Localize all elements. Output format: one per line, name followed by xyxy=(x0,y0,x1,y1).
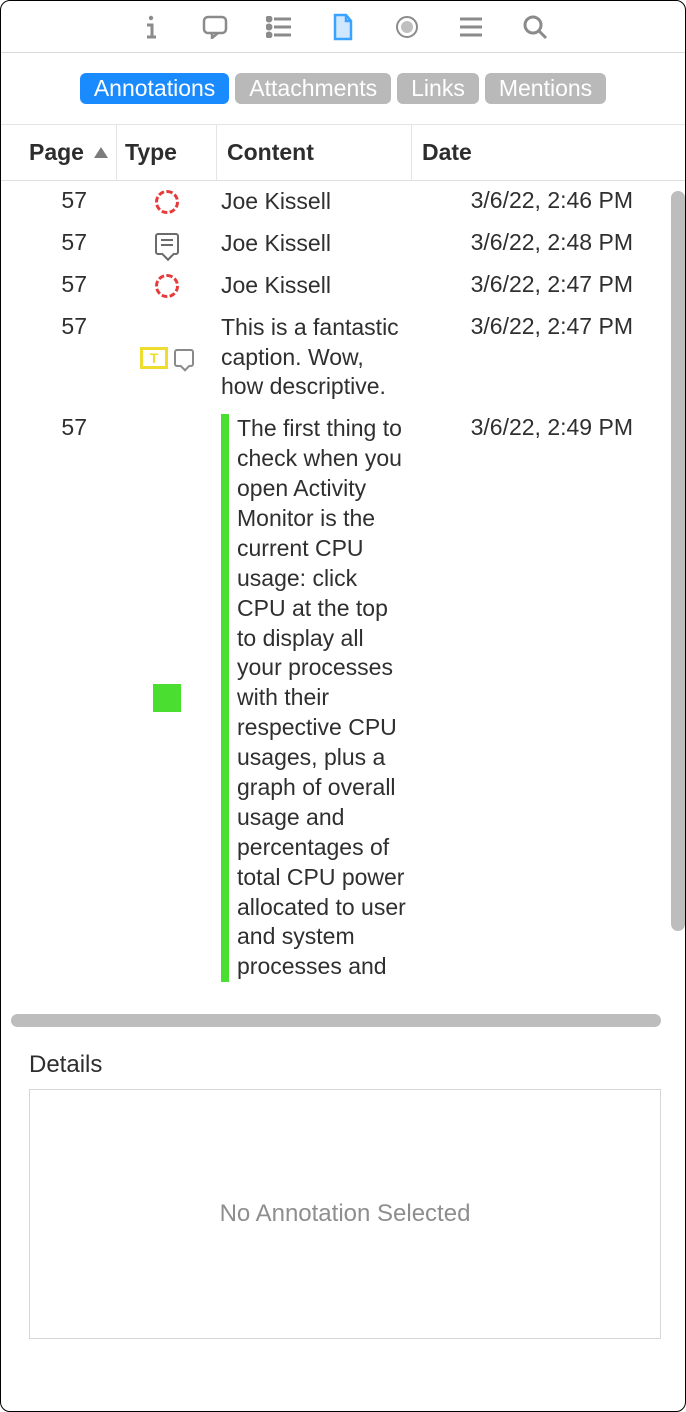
column-type-label: Type xyxy=(125,139,177,166)
comment-icon[interactable] xyxy=(200,12,230,42)
tab-annotations[interactable]: Annotations xyxy=(80,73,229,104)
column-content-label: Content xyxy=(227,139,314,166)
search-icon[interactable] xyxy=(520,12,550,42)
vertical-scrollbar[interactable] xyxy=(671,191,685,931)
cell-content: This is a fantastic caption. Wow, how de… xyxy=(217,313,412,403)
table-row[interactable]: 57 Joe Kissell 3/6/22, 2:47 PM xyxy=(1,265,685,307)
shape-annotation-icon xyxy=(155,190,179,214)
cell-content: Joe Kissell xyxy=(217,187,412,217)
shape-annotation-icon xyxy=(155,274,179,298)
note-annotation-icon xyxy=(155,233,179,255)
horizontal-scrollbar-thumb[interactable] xyxy=(11,1014,661,1027)
list-icon[interactable] xyxy=(264,12,294,42)
table-header: Page Type Content Date xyxy=(1,125,685,181)
details-empty-box: No Annotation Selected xyxy=(29,1089,661,1339)
cell-date: 3/6/22, 2:47 PM xyxy=(412,271,685,301)
menu-icon[interactable] xyxy=(456,12,486,42)
column-date-label: Date xyxy=(422,139,472,166)
cell-date: 3/6/22, 2:48 PM xyxy=(412,229,685,259)
highlight-annotation-icon xyxy=(153,684,181,712)
highlight-bar xyxy=(221,414,229,982)
info-icon[interactable] xyxy=(136,12,166,42)
cell-date: 3/6/22, 2:47 PM xyxy=(412,313,685,340)
cell-page: 57 xyxy=(1,187,117,217)
horizontal-scrollbar-track[interactable] xyxy=(1,1011,685,1029)
cell-date: 3/6/22, 2:49 PM xyxy=(412,414,685,441)
column-type[interactable]: Type xyxy=(117,125,217,180)
cell-page: 57 xyxy=(1,271,117,301)
toolbar xyxy=(1,1,685,53)
cell-type xyxy=(117,229,217,259)
cell-content: Joe Kissell xyxy=(217,229,412,259)
inspector-window: Annotations Attachments Links Mentions P… xyxy=(0,0,686,1412)
tab-bar: Annotations Attachments Links Mentions xyxy=(1,53,685,125)
cell-type xyxy=(117,684,217,712)
column-date[interactable]: Date xyxy=(412,125,685,180)
sort-ascending-icon xyxy=(94,147,108,158)
cell-date: 3/6/22, 2:46 PM xyxy=(412,187,685,217)
comment-annotation-icon xyxy=(174,349,194,367)
cell-type: T xyxy=(117,347,217,369)
tab-attachments[interactable]: Attachments xyxy=(235,73,391,104)
table-row[interactable]: 57 The first thing to check when you ope… xyxy=(1,408,685,988)
column-page[interactable]: Page xyxy=(1,125,117,180)
column-content[interactable]: Content xyxy=(217,125,412,180)
table-body[interactable]: 57 Joe Kissell 3/6/22, 2:46 PM 57 Joe Ki… xyxy=(1,181,685,1011)
cell-page: 57 xyxy=(1,414,117,441)
column-page-label: Page xyxy=(29,139,84,166)
cell-type xyxy=(117,187,217,217)
table-row[interactable]: 57 Joe Kissell 3/6/22, 2:48 PM xyxy=(1,223,685,265)
details-panel: Details No Annotation Selected xyxy=(1,1029,685,1411)
cell-page: 57 xyxy=(1,313,117,340)
details-title: Details xyxy=(29,1051,661,1079)
cell-page: 57 xyxy=(1,229,117,259)
tab-mentions[interactable]: Mentions xyxy=(485,73,606,104)
document-icon[interactable] xyxy=(328,12,358,42)
text-annotation-icon: T xyxy=(140,347,168,369)
table-body-wrap: 57 Joe Kissell 3/6/22, 2:46 PM 57 Joe Ki… xyxy=(1,181,685,1011)
table-row[interactable]: 57 Joe Kissell 3/6/22, 2:46 PM xyxy=(1,181,685,223)
record-icon[interactable] xyxy=(392,12,422,42)
tab-links[interactable]: Links xyxy=(397,73,479,104)
cell-content: Joe Kissell xyxy=(217,271,412,301)
details-empty-text: No Annotation Selected xyxy=(220,1200,471,1228)
table-row[interactable]: 57 T This is a fantastic caption. Wow, h… xyxy=(1,307,685,409)
cell-type xyxy=(117,271,217,301)
cell-content: The first thing to check when you open A… xyxy=(217,414,412,982)
